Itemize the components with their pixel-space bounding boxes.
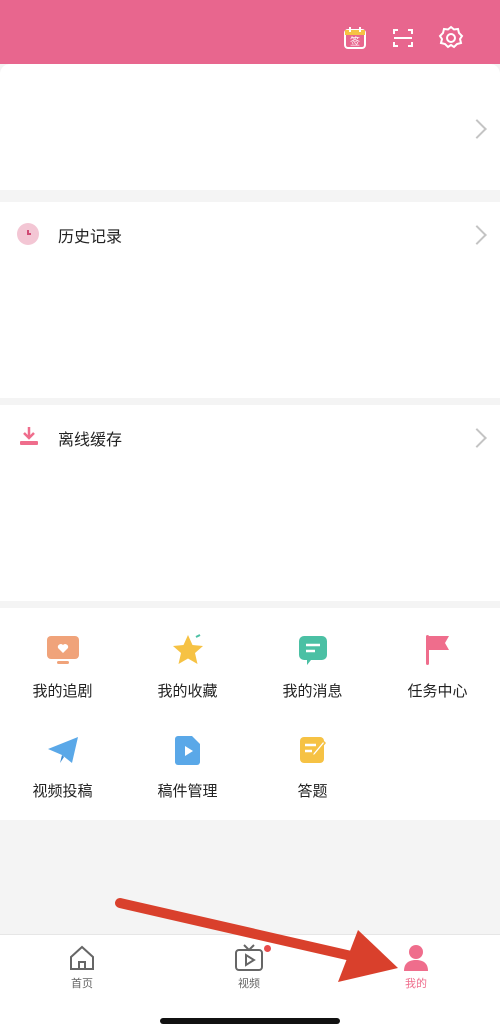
paper-plane-icon (43, 730, 83, 770)
tab-home-label: 首页 (71, 977, 93, 990)
grid-label: 稿件管理 (157, 782, 218, 800)
grid-item-zhuiju[interactable]: 我的追剧 (0, 630, 125, 701)
home-icon (37, 943, 127, 973)
grid-label: 答题 (297, 782, 328, 800)
history-clock-icon (17, 223, 39, 245)
top-header: 签 (0, 0, 500, 64)
grid-item-tasks[interactable]: 任务中心 (375, 630, 500, 701)
chevron-right-icon (467, 225, 487, 245)
tab-home[interactable]: 首页 (37, 943, 127, 991)
user-icon (371, 943, 461, 973)
grid-item-upload[interactable]: 视频投稿 (0, 730, 125, 801)
star-icon (168, 630, 208, 670)
tab-mine-label: 我的 (405, 977, 427, 990)
grid-label: 我的收藏 (157, 682, 218, 700)
chevron-right-icon (467, 119, 487, 139)
edit-note-icon (293, 730, 333, 770)
download-icon (18, 425, 40, 447)
history-section: 历史记录 (0, 202, 500, 398)
settings-icon[interactable] (435, 22, 467, 54)
home-indicator[interactable] (160, 1018, 340, 1024)
grid-item-manuscripts[interactable]: 稿件管理 (125, 730, 250, 801)
grid-item-quiz[interactable]: 答题 (250, 730, 375, 801)
tab-mine[interactable]: 我的 (371, 943, 461, 991)
offline-section: 离线缓存 (0, 405, 500, 601)
notification-dot (264, 945, 271, 952)
tab-video-label: 视频 (238, 977, 260, 990)
grid-label: 我的消息 (282, 682, 343, 700)
flag-icon (418, 630, 458, 670)
offline-label: 离线缓存 (58, 430, 123, 449)
svg-text:签: 签 (350, 35, 360, 48)
grid-item-favorites[interactable]: 我的收藏 (125, 630, 250, 701)
tab-video[interactable]: 视频 (204, 943, 294, 991)
grid-item-messages[interactable]: 我的消息 (250, 630, 375, 701)
video-file-icon (168, 730, 208, 770)
user-card[interactable] (0, 64, 500, 190)
history-label: 历史记录 (58, 227, 123, 246)
offline-row[interactable]: 离线缓存 (0, 405, 500, 469)
grid-label: 视频投稿 (32, 782, 93, 800)
calendar-sign-icon[interactable]: 签 (339, 22, 371, 54)
chevron-right-icon (467, 428, 487, 448)
message-icon (293, 630, 333, 670)
feature-grid: 我的追剧 我的收藏 我的消息 任务中心 视频投稿 稿件管理 答题 (0, 608, 500, 820)
history-row[interactable]: 历史记录 (0, 202, 500, 266)
grid-label: 任务中心 (407, 682, 468, 700)
video-tv-icon (204, 943, 294, 973)
tv-heart-icon (43, 630, 83, 670)
scan-icon[interactable] (387, 22, 419, 54)
grid-label: 我的追剧 (32, 682, 93, 700)
